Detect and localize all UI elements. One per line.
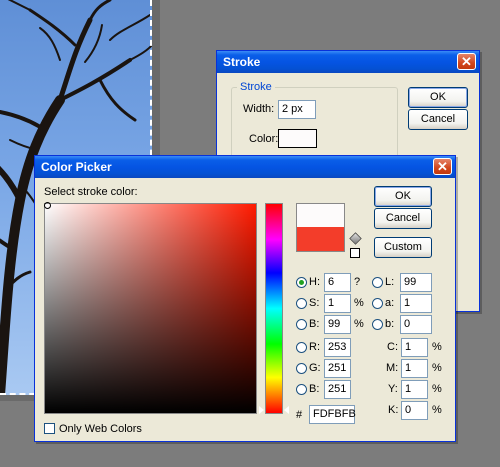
hex-label: #	[296, 409, 303, 421]
magenta-input[interactable]: 1	[401, 359, 428, 378]
hex-input[interactable]: FDFBFB	[309, 405, 356, 424]
only-web-colors-label: Only Web Colors	[59, 423, 142, 435]
a-channel-label: a:	[385, 297, 395, 309]
magenta-label: M:	[386, 362, 399, 374]
brightness-label: B:	[309, 318, 320, 330]
custom-colors-button[interactable]: Custom	[374, 237, 432, 258]
only-web-colors-checkbox[interactable]	[44, 423, 55, 434]
radio-hue[interactable]	[296, 277, 307, 288]
hue-slider[interactable]	[265, 203, 283, 414]
saturation-label: S:	[309, 297, 320, 309]
radio-a-channel[interactable]	[372, 298, 383, 309]
b-channel-label: b:	[385, 318, 395, 330]
brightness-unit: %	[354, 318, 364, 330]
lightness-label: L:	[385, 276, 395, 288]
hue-slider-arrow-left[interactable]	[259, 406, 264, 414]
radio-lightness[interactable]	[372, 277, 383, 288]
saturation-unit: %	[354, 297, 364, 309]
hue-unit: ?	[354, 276, 361, 288]
yellow-unit: %	[432, 383, 442, 395]
radio-b-channel[interactable]	[372, 319, 383, 330]
yellow-label: Y:	[388, 383, 398, 395]
select-color-prompt: Select stroke color:	[44, 186, 138, 198]
stroke-close-button[interactable]: ✕	[457, 53, 476, 70]
stroke-width-label: Width:	[243, 103, 275, 115]
hue-label: H:	[309, 276, 320, 288]
yellow-input[interactable]: 1	[401, 380, 428, 399]
radio-saturation[interactable]	[296, 298, 307, 309]
hue-input[interactable]: 6	[324, 273, 351, 292]
stroke-group-label: Stroke	[237, 81, 275, 93]
stroke-color-label: Color:	[249, 133, 279, 145]
color-field-cursor[interactable]	[44, 202, 51, 209]
saturation-input[interactable]: 1	[324, 294, 351, 313]
lightness-input[interactable]: 99	[400, 273, 432, 292]
stroke-color-swatch[interactable]	[278, 129, 317, 148]
brightness-input[interactable]: 99	[324, 315, 351, 334]
b-channel-input[interactable]: 0	[400, 315, 432, 334]
stroke-title: Stroke	[223, 55, 261, 69]
cyan-label: C:	[387, 341, 398, 353]
blue-input[interactable]: 251	[324, 380, 351, 399]
magenta-unit: %	[432, 362, 442, 374]
hue-slider-arrow-right[interactable]	[284, 406, 289, 414]
green-input[interactable]: 251	[324, 359, 351, 378]
cyan-input[interactable]: 1	[401, 338, 428, 357]
radio-red[interactable]	[296, 342, 307, 353]
stroke-width-field[interactable]: 2 px	[278, 100, 316, 119]
red-input[interactable]: 253	[324, 338, 351, 357]
color-picker-title: Color Picker	[41, 160, 112, 174]
color-picker-close-button[interactable]: ✕	[433, 158, 452, 175]
stroke-ok-button[interactable]: OK	[408, 87, 468, 108]
radio-brightness[interactable]	[296, 319, 307, 330]
color-field[interactable]	[44, 203, 257, 414]
black-unit: %	[432, 404, 442, 416]
new-color-swatch	[296, 203, 345, 227]
radio-blue[interactable]	[296, 384, 307, 395]
radio-green[interactable]	[296, 363, 307, 374]
color-picker-titlebar[interactable]: Color Picker ✕	[35, 156, 455, 178]
a-channel-input[interactable]: 1	[400, 294, 432, 313]
blue-label: B:	[309, 383, 320, 395]
color-picker-cancel-button[interactable]: Cancel	[374, 208, 432, 229]
stroke-cancel-button[interactable]: Cancel	[408, 109, 468, 130]
black-input[interactable]: 0	[401, 401, 428, 420]
green-label: G:	[309, 362, 321, 374]
cyan-unit: %	[432, 341, 442, 353]
color-picker-ok-button[interactable]: OK	[374, 186, 432, 207]
current-color-swatch[interactable]	[296, 227, 345, 252]
black-label: K:	[388, 404, 399, 416]
stroke-titlebar[interactable]: Stroke ✕	[217, 51, 479, 73]
red-label: R:	[309, 341, 320, 353]
web-safe-icon[interactable]	[350, 248, 360, 258]
